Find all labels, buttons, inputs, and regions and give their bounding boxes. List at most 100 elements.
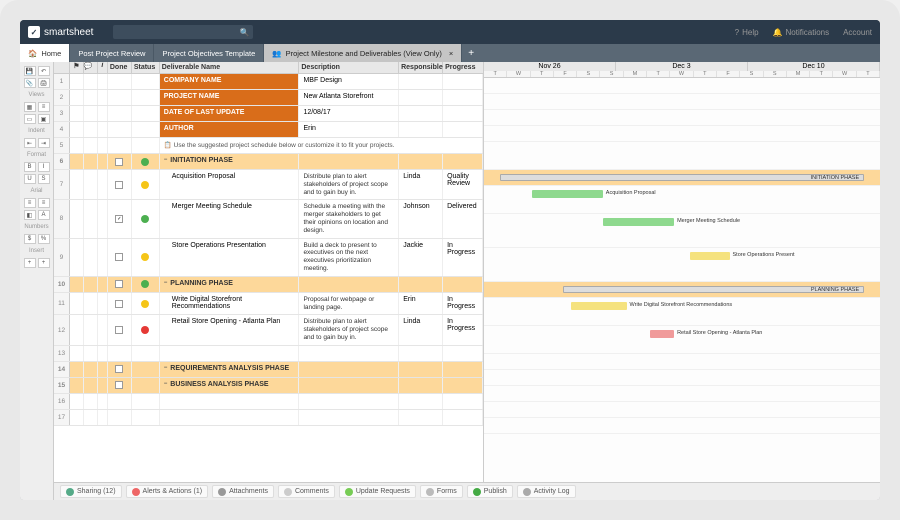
meta-row[interactable]: 3 DATE OF LAST UPDATE 12/08/17 [54,106,483,122]
underline-icon[interactable]: U [24,174,36,184]
blank-row[interactable]: 17 [54,410,483,426]
gantt-chart[interactable]: Nov 26Dec 3Dec 10 TWTFSSMTWTFSSMTWT INIT… [484,62,880,482]
gantt-view-icon[interactable]: ≡ [38,102,50,112]
gantt-day-label: T [694,71,717,77]
collapse-icon[interactable]: − [164,280,168,286]
note-row[interactable]: 5 📋 Use the suggested project schedule b… [54,138,483,154]
publish-button[interactable]: Publish [467,485,513,498]
tab-post-project-review[interactable]: Post Project Review [70,44,154,62]
fill-icon[interactable]: ◧ [24,210,36,220]
header-prog[interactable]: Progress [443,62,483,73]
collapse-icon[interactable]: − [164,365,168,371]
header-resp[interactable]: Responsible [399,62,443,73]
done-checkbox[interactable] [115,158,123,166]
done-checkbox[interactable]: ✓ [115,215,123,223]
task-row[interactable]: 12 Retail Store Opening - Atlanta Plan D… [54,315,483,345]
phase-row[interactable]: 6 −INITIATION PHASE [54,154,483,170]
activity-log-button[interactable]: Activity Log [517,485,576,498]
tab-home[interactable]: 🏠 Home [20,44,70,62]
align-center-icon[interactable]: ≡ [38,198,50,208]
sharing-button[interactable]: Sharing (12) [60,485,122,498]
phase-name: −BUSINESS ANALYSIS PHASE [160,378,300,393]
outdent-icon[interactable]: ⇤ [24,138,36,148]
insert-col-icon[interactable]: + [38,258,50,268]
phase-row[interactable]: 10 −PLANNING PHASE [54,277,483,293]
sheet-grid[interactable]: ⚑ 💬 i Done Status Deliverable Name Descr… [54,62,484,482]
gantt-bar[interactable]: Retail Store Opening - Atlanta Plan [650,330,674,338]
blank-row[interactable]: 13 [54,346,483,362]
currency-icon[interactable]: $ [24,234,36,244]
gantt-bar[interactable]: Write Digital Storefront Recommendations [571,302,626,310]
indent-icon[interactable]: ⇥ [38,138,50,148]
search-input[interactable]: 🔍 [113,25,253,39]
alerts-button[interactable]: Alerts & Actions (1) [126,485,209,498]
task-row[interactable]: 9 Store Operations Presentation Build a … [54,239,483,277]
people-icon [66,488,74,496]
update-requests-button[interactable]: Update Requests [339,485,416,498]
gantt-row [484,110,880,126]
notifications-link[interactable]: 🔔Notifications [773,28,830,37]
close-icon[interactable]: × [449,49,453,58]
help-link[interactable]: ?Help [735,28,759,37]
header-done[interactable]: Done [108,62,132,73]
tab-milestone-deliverables[interactable]: 👥 Project Milestone and Deliverables (Vi… [264,44,462,62]
done-checkbox[interactable] [115,253,123,261]
phase-row[interactable]: 14 −REQUIREMENTS ANALYSIS PHASE [54,362,483,378]
blank-row[interactable]: 16 [54,394,483,410]
tab-project-objectives[interactable]: Project Objectives Template [154,44,264,62]
gantt-day-label: W [507,71,530,77]
form-icon [426,488,434,496]
gantt-bar[interactable]: Acquisition Proposal [532,190,603,198]
attachments-button[interactable]: Attachments [212,485,274,498]
done-checkbox[interactable] [115,381,123,389]
done-checkbox[interactable] [115,280,123,288]
header-desc[interactable]: Description [299,62,399,73]
align-left-icon[interactable]: ≡ [24,198,36,208]
save-icon[interactable]: 💾 [24,66,36,76]
comments-button[interactable]: Comments [278,485,335,498]
task-row[interactable]: 11 Write Digital Storefront Recommendati… [54,293,483,316]
color-icon[interactable]: A [38,210,50,220]
gantt-bar[interactable]: Merger Meeting Schedule [603,218,674,226]
gantt-row [484,418,880,434]
gantt-bar[interactable]: Store Operations Present [690,252,730,260]
header-info-icon[interactable]: i [98,62,108,73]
attach-icon[interactable]: 📎 [24,78,36,88]
print-icon[interactable]: 🖨 [38,78,50,88]
brand-logo[interactable]: ✓ smartsheet [28,26,93,38]
account-link[interactable]: Account [843,28,872,37]
card-view-icon[interactable]: ▭ [24,114,36,124]
header-flag-icon[interactable]: ⚑ [70,62,84,73]
header-name[interactable]: Deliverable Name [160,62,300,73]
bold-icon[interactable]: B [24,162,36,172]
task-row[interactable]: 8 ✓ Merger Meeting Schedule Schedule a m… [54,200,483,238]
gantt-row: Write Digital Storefront Recommendations [484,298,880,326]
phase-row[interactable]: 15 −BUSINESS ANALYSIS PHASE [54,378,483,394]
tab-add-button[interactable]: + [462,44,480,62]
collapse-icon[interactable]: − [164,381,168,387]
undo-icon[interactable]: ↶ [38,66,50,76]
done-checkbox[interactable] [115,326,123,334]
header-status[interactable]: Status [132,62,160,73]
insert-row-icon[interactable]: + [24,258,36,268]
gantt-row [484,78,880,94]
task-progress: In Progress [443,293,483,315]
meta-row[interactable]: 1 COMPANY NAME MBF Design [54,74,483,90]
italic-icon[interactable]: I [38,162,50,172]
percent-icon[interactable]: % [38,234,50,244]
gantt-bar-phase[interactable]: INITIATION PHASE [500,174,864,181]
done-checkbox[interactable] [115,181,123,189]
header-comment-icon[interactable]: 💬 [84,62,98,73]
collapse-icon[interactable]: − [164,157,168,163]
meta-row[interactable]: 2 PROJECT NAME New Atlanta Storefront [54,90,483,106]
task-row[interactable]: 7 Acquisition Proposal Distribute plan t… [54,170,483,200]
row-number: 8 [54,200,70,237]
grid-view-icon[interactable]: ▦ [24,102,36,112]
done-checkbox[interactable] [115,365,123,373]
cal-view-icon[interactable]: ▣ [38,114,50,124]
done-checkbox[interactable] [115,300,123,308]
strike-icon[interactable]: S [38,174,50,184]
forms-button[interactable]: Forms [420,485,463,498]
gantt-bar-phase[interactable]: PLANNING PHASE [563,286,864,293]
meta-row[interactable]: 4 AUTHOR Erin [54,122,483,138]
